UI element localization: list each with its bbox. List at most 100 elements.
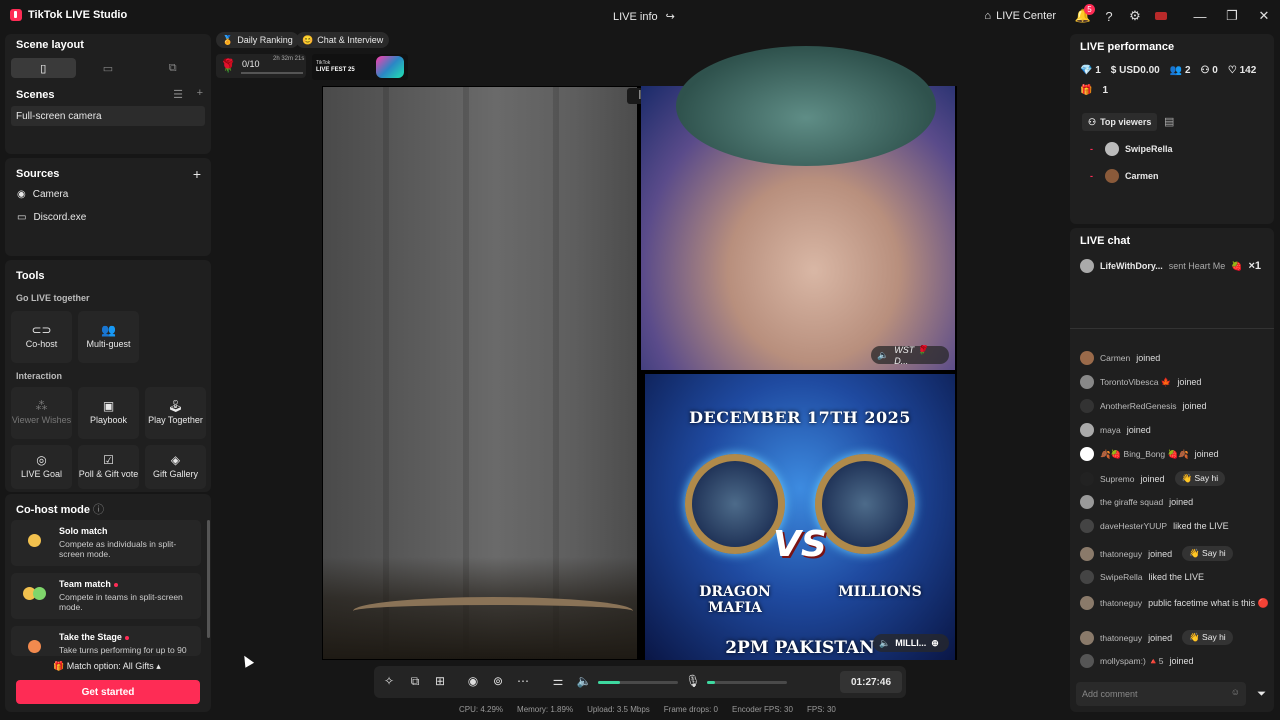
info-icon[interactable]: ⓘ [93, 504, 104, 516]
playbook-button[interactable]: ▣ Playbook [78, 387, 139, 439]
mode-title-row: Take the Stage [59, 632, 195, 642]
multiguest-button[interactable]: 👥 Multi-guest [78, 311, 139, 363]
camera-icon: ◉ [17, 189, 26, 200]
chat-username: thatoneguy [1100, 598, 1143, 608]
more-icon[interactable]: ⋯ [515, 674, 531, 688]
team-match-card[interactable]: Team match Compete in teams in split-scr… [11, 573, 201, 619]
add-scene-icon[interactable]: + [197, 87, 203, 99]
dual-layout-tab[interactable]: ⧉ [140, 58, 205, 78]
effects-icon[interactable]: ⧉ [407, 674, 423, 689]
take-stage-card[interactable]: Take the Stage Take turns performing for… [11, 626, 201, 656]
scene-item-full-screen-camera[interactable]: Full-screen camera [11, 106, 205, 126]
filter-icon[interactable]: ⏷ [1257, 688, 1266, 701]
chat-emoji-icon: 😊 [302, 34, 314, 45]
settings-gear-icon[interactable]: ⚙ [1122, 0, 1148, 32]
chat-interview-chip[interactable]: 😊 Chat & Interview [296, 32, 390, 48]
notification-badge: 5 [1084, 4, 1095, 15]
minimize-button[interactable]: — [1184, 0, 1216, 32]
adjust-icon[interactable]: ⚌ [550, 674, 566, 688]
poll-icon: ☑ [103, 453, 114, 467]
gift-notification: LifeWithDory... sent Heart Me 🍓 ×1 [1080, 259, 1261, 273]
app-title: TikTok LIVE Studio [10, 9, 127, 21]
match-option-dropdown[interactable]: 🎁 Match option: All Gifts ▴ [53, 661, 161, 672]
fest-small-label: TikTok [316, 60, 331, 66]
gift-gallery-button[interactable]: ◈ Gift Gallery [145, 445, 206, 489]
cohost-mode-title: Co-host mode [16, 504, 90, 516]
chat-username: mollyspam:) 🔺5 [1100, 655, 1164, 666]
poll-button[interactable]: ☑ Poll & Gift vote [78, 445, 139, 489]
top-viewer-row[interactable]: - SwipeRella [1090, 142, 1173, 156]
chat-username: Carmen [1100, 353, 1131, 363]
share-icon[interactable]: ↪ [666, 10, 675, 23]
chat-message: the giraffe squad joined [1080, 495, 1193, 509]
guest-cap [676, 46, 936, 166]
source-item-camera[interactable]: ◉ Camera [17, 189, 68, 200]
window-icon: ▭ [17, 212, 27, 223]
playbook-icon: ▣ [102, 399, 115, 413]
daily-ranking-label: Daily Ranking [237, 35, 293, 45]
help-icon[interactable]: ? [1096, 0, 1122, 32]
volume-slider[interactable] [598, 681, 678, 684]
landscape-layout-tab[interactable]: ▭ [76, 58, 141, 78]
notification-bell-icon[interactable]: 🔔 5 [1070, 0, 1096, 32]
emoji-icon[interactable]: ☺ [1231, 687, 1240, 697]
mode-title: Solo match [59, 526, 108, 536]
cohost-button[interactable]: ⊂⊃ Co-host [11, 311, 72, 363]
live-center-button[interactable]: ⌂ LIVE Center [984, 10, 1056, 22]
chat-text: liked the LIVE [1148, 572, 1205, 582]
layout-tabs: ▯ ▭ ⧉ [11, 58, 205, 78]
magic-wand-icon[interactable]: ✧ [381, 674, 397, 688]
goal-widget[interactable]: 🌹 0/10 2h 32m 21s [216, 54, 306, 78]
avatar[interactable] [1148, 0, 1174, 32]
source-item-discord[interactable]: ▭ Discord.exe [17, 212, 86, 223]
gift-gallery-label: Gift Gallery [152, 469, 198, 479]
camera-switch-icon[interactable]: ⊚ [490, 674, 506, 688]
daily-ranking-chip[interactable]: 🏅 Daily Ranking [216, 32, 299, 48]
guest-label-bottom[interactable]: 🔈 MILLI... ⊕ [873, 634, 949, 652]
joystick-icon: 🕹 [167, 399, 184, 413]
chat-text: public facetime what is this 🔴 [1148, 597, 1269, 608]
live-info[interactable]: LIVE info ↪ [613, 10, 675, 24]
viewer-wishes-button[interactable]: ⁂ Viewer Wishes [11, 387, 72, 439]
mic-slider[interactable] [707, 681, 787, 684]
gift-user: LifeWithDory... [1100, 261, 1163, 271]
wishes-icon: ⁂ [35, 399, 48, 413]
list-icon[interactable]: ☰ [173, 88, 183, 101]
live-goal-button[interactable]: ◎ LIVE Goal [11, 445, 72, 489]
microphone-icon[interactable]: 🎙 [685, 674, 701, 688]
live-fest-banner[interactable]: TikTok LIVE FEST 25 [312, 54, 408, 80]
get-started-button[interactable]: Get started [16, 680, 200, 704]
cpu-stat: CPU: 4.29% [459, 705, 504, 714]
add-source-icon[interactable]: + [193, 166, 201, 182]
portrait-layout-tab[interactable]: ▯ [11, 58, 76, 78]
top-viewers-tab[interactable]: ⚇ Top viewers [1082, 113, 1158, 131]
play-together-button[interactable]: 🕹 Play Together [145, 387, 206, 439]
add-icon[interactable]: ⊕ [931, 638, 939, 649]
overlay-icon[interactable]: ⊞ [432, 674, 448, 688]
cohost-scrollbar[interactable] [207, 520, 210, 638]
sources-panel: Sources + ◉ Camera ▭ Discord.exe [5, 158, 211, 256]
trophy-icon: 🏅 [222, 34, 234, 45]
avatar [1080, 423, 1094, 437]
chair-rim [353, 597, 633, 625]
viewers-stat: 👥 2 [1170, 65, 1191, 76]
app-title-text: TikTok LIVE Studio [28, 9, 128, 21]
maximize-button[interactable]: ❐ [1216, 0, 1248, 32]
say-hi-button[interactable]: 👋 Say hi [1182, 630, 1233, 645]
mode-title: Take the Stage [59, 632, 122, 642]
close-button[interactable]: ✕ [1248, 0, 1280, 32]
solo-match-card[interactable]: Solo match Compete as individuals in spl… [11, 520, 201, 566]
scenes-title: Scenes [16, 89, 55, 101]
top-viewer-row[interactable]: - Carmen [1090, 169, 1159, 183]
rank-dash: - [1090, 171, 1093, 181]
team-emoji-icon [23, 587, 49, 603]
add-comment-input[interactable]: Add comment ☺ [1076, 682, 1246, 706]
list-view-icon[interactable]: ▤ [1164, 115, 1174, 128]
guest-label-top[interactable]: 🔈 WST 🌹 D... [871, 345, 949, 366]
record-icon[interactable]: ◉ [465, 674, 481, 688]
chat-message: maya joined [1080, 423, 1151, 437]
avatar [1080, 596, 1094, 610]
say-hi-button[interactable]: 👋 Say hi [1174, 471, 1226, 486]
volume-icon[interactable]: 🔈 [576, 674, 592, 688]
say-hi-button[interactable]: 👋 Say hi [1182, 546, 1233, 561]
